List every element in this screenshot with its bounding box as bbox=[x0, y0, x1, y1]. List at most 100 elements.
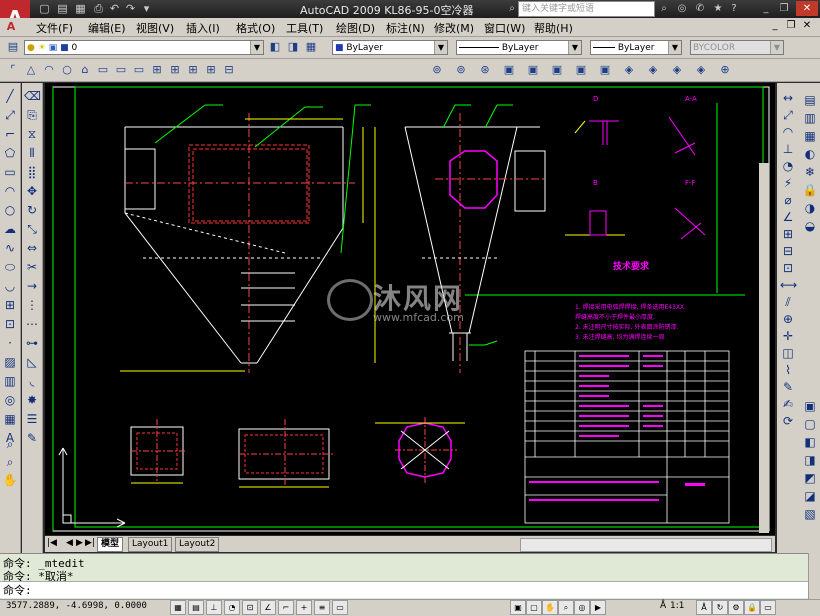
orbit-icon[interactable]: ⊚ bbox=[454, 63, 468, 77]
ucs-world-icon[interactable]: △ bbox=[24, 63, 38, 77]
tab-nav-next-icon[interactable]: ▶ bbox=[76, 538, 83, 548]
model-space-icon[interactable]: ▣ bbox=[510, 600, 526, 615]
snap-mode-icon[interactable]: ▦ bbox=[170, 600, 186, 615]
new-file-icon[interactable]: ▢ bbox=[38, 2, 51, 15]
pan-icon[interactable]: ✋ bbox=[2, 472, 18, 488]
inspection-icon[interactable]: ◫ bbox=[780, 345, 796, 361]
annotation-scale[interactable]: 1:1 bbox=[670, 601, 684, 611]
ucs-apply-icon[interactable]: ⊞ bbox=[204, 63, 218, 77]
dims-front-icon[interactable]: ▧ bbox=[802, 506, 818, 522]
cube-back-icon[interactable]: ◈ bbox=[622, 63, 636, 77]
save-icon[interactable]: ▦ bbox=[74, 2, 87, 15]
layer-match-icon[interactable]: ◑ bbox=[802, 200, 818, 216]
menu-modify[interactable]: 修改(M) bbox=[434, 20, 474, 36]
layer-states-icon[interactable]: ▦ bbox=[304, 40, 318, 54]
command-input[interactable] bbox=[0, 581, 808, 598]
drawing-canvas[interactable]: D A-A B F-F 技术要求 1. 焊接采用电弧焊焊接, 焊条选用E43XX… bbox=[45, 83, 775, 535]
cube-top-icon[interactable]: ▣ bbox=[502, 63, 516, 77]
dynamic-ucs-icon[interactable]: ⌐ bbox=[278, 600, 294, 615]
ellipse-icon[interactable]: ⬭ bbox=[2, 259, 18, 275]
layer-properties-icon[interactable]: ▤ bbox=[802, 92, 818, 108]
tab-nav-prev-icon[interactable]: ◀ bbox=[66, 538, 73, 548]
rotate-icon[interactable]: ↻ bbox=[24, 202, 40, 218]
iso-se-icon[interactable]: ◈ bbox=[670, 63, 684, 77]
lock-ui-icon[interactable]: 🔒 bbox=[744, 600, 760, 615]
menu-help[interactable]: 帮助(H) bbox=[534, 20, 573, 36]
help-icon[interactable]: ? bbox=[726, 1, 742, 16]
showmotion-icon[interactable]: ▶ bbox=[590, 600, 606, 615]
array-icon[interactable]: ⣿ bbox=[24, 164, 40, 180]
zoom-icon[interactable]: ⌕ bbox=[2, 436, 18, 452]
cube-left-icon[interactable]: ▣ bbox=[550, 63, 564, 77]
cube-front-icon[interactable]: ▣ bbox=[598, 63, 612, 77]
layout-icon[interactable]: ▢ bbox=[526, 600, 542, 615]
properties-icon[interactable]: ☰ bbox=[24, 411, 40, 427]
quick-props-icon[interactable]: ▭ bbox=[332, 600, 348, 615]
circle-icon[interactable]: ○ bbox=[2, 202, 18, 218]
tab-layout2[interactable]: Layout2 bbox=[175, 537, 220, 552]
layer-state-icon[interactable]: ▥ bbox=[802, 110, 818, 126]
spline-icon[interactable]: ∿ bbox=[2, 240, 18, 256]
ucs-view-icon[interactable]: ⌂ bbox=[78, 63, 92, 77]
layer-previous-icon[interactable]: ◨ bbox=[286, 40, 300, 54]
jog-line-icon[interactable]: ⌇ bbox=[780, 362, 796, 378]
undo-icon[interactable]: ↶ bbox=[108, 2, 121, 15]
ucs-origin-icon[interactable]: ▭ bbox=[96, 63, 110, 77]
doc-close-icon[interactable]: ✕ bbox=[800, 19, 814, 33]
bring-above-icon[interactable]: ◧ bbox=[802, 434, 818, 450]
dim-arc-icon[interactable]: ◠ bbox=[780, 124, 796, 140]
annotation-scale-icon[interactable]: Å bbox=[660, 601, 666, 611]
insert-block-icon[interactable]: ⊞ bbox=[2, 297, 18, 313]
chamfer-icon[interactable]: ◺ bbox=[24, 354, 40, 370]
search-icon[interactable]: ⌕ bbox=[656, 1, 672, 16]
bring-front-icon[interactable]: ▣ bbox=[802, 398, 818, 414]
erase-icon[interactable]: ⌫ bbox=[24, 88, 41, 104]
menu-dimension[interactable]: 标注(N) bbox=[386, 20, 425, 36]
cube-bottom-icon[interactable]: ▣ bbox=[526, 63, 540, 77]
text-front-icon[interactable]: ◪ bbox=[802, 488, 818, 504]
layer-dropdown[interactable]: ● ☀ ▣ ■ 0 ▼ bbox=[24, 40, 264, 55]
dim-radius-icon[interactable]: ◔ bbox=[780, 158, 796, 174]
dim-update-icon[interactable]: ⟳ bbox=[780, 413, 796, 429]
ucs-named-icon[interactable]: ⊟ bbox=[222, 63, 236, 77]
menu-format[interactable]: 格式(O) bbox=[236, 20, 275, 36]
trim-icon[interactable]: ✂ bbox=[24, 259, 40, 275]
ucs-zrot-icon[interactable]: ⊞ bbox=[186, 63, 200, 77]
match-icon[interactable]: ✎ bbox=[24, 430, 40, 446]
dim-continue-icon[interactable]: ⊡ bbox=[780, 260, 796, 276]
subscription-icon[interactable]: ◎ bbox=[674, 1, 690, 16]
dim-text-edit-icon[interactable]: ✍ bbox=[780, 396, 796, 412]
gradient-icon[interactable]: ▥ bbox=[2, 373, 18, 389]
join-icon[interactable]: ⊶ bbox=[24, 335, 40, 351]
extend-icon[interactable]: → bbox=[24, 278, 40, 294]
annotation-visibility-icon[interactable]: Å bbox=[696, 600, 712, 615]
ucs-face-icon[interactable]: ○ bbox=[60, 63, 74, 77]
quick-dim-icon[interactable]: ⊞ bbox=[780, 226, 796, 242]
center-mark-icon[interactable]: ✛ bbox=[780, 328, 796, 344]
lineweight-icon[interactable]: ≡ bbox=[314, 600, 330, 615]
stretch-icon[interactable]: ⇔ bbox=[24, 240, 40, 256]
workspace-icon[interactable]: ⚙ bbox=[728, 600, 744, 615]
dim-space-icon[interactable]: ⟷ bbox=[780, 277, 797, 293]
dim-aligned-icon[interactable]: ⤢ bbox=[780, 107, 796, 123]
ucs-object-icon[interactable]: ◠ bbox=[42, 63, 56, 77]
tolerance-icon[interactable]: ⊕ bbox=[780, 311, 796, 327]
pan-status-icon[interactable]: ✋ bbox=[542, 600, 558, 615]
rectangle-icon[interactable]: ▭ bbox=[2, 164, 18, 180]
render-icon[interactable]: ⊛ bbox=[478, 63, 492, 77]
open-file-icon[interactable]: ▤ bbox=[56, 2, 69, 15]
ucs-x-icon[interactable]: ⊞ bbox=[150, 63, 164, 77]
tab-layout1[interactable]: Layout1 bbox=[128, 537, 173, 552]
layer-off-icon[interactable]: ◐ bbox=[802, 146, 818, 162]
scale-icon[interactable]: ⤡ bbox=[24, 221, 40, 237]
region-icon[interactable]: ◎ bbox=[2, 392, 18, 408]
polygon-icon[interactable]: ⬠ bbox=[2, 145, 18, 161]
doc-restore-icon[interactable]: ❐ bbox=[784, 19, 798, 33]
send-back-icon[interactable]: ▢ bbox=[802, 416, 818, 432]
menu-tools[interactable]: 工具(T) bbox=[286, 20, 323, 36]
plotstyle-dropdown[interactable]: BYCOLOR ▼ bbox=[690, 40, 784, 55]
fillet-icon[interactable]: ◟ bbox=[24, 373, 40, 389]
layer-freeze-icon[interactable]: ❄ bbox=[802, 164, 818, 180]
dynamic-input-icon[interactable]: + bbox=[296, 600, 312, 615]
ucs-z-icon[interactable]: ▭ bbox=[114, 63, 128, 77]
